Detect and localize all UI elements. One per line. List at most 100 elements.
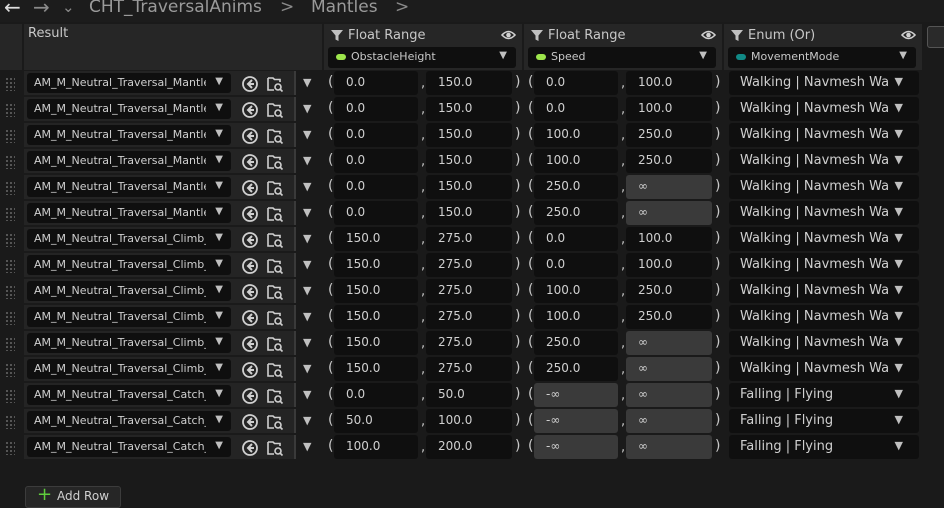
- speed-min-field[interactable]: -∞: [534, 383, 618, 407]
- find-in-content-browser-icon[interactable]: [266, 153, 284, 175]
- speed-min-field[interactable]: 250.0: [534, 357, 618, 381]
- breadcrumb-separator[interactable]: >: [395, 0, 409, 18]
- speed-min-field[interactable]: 0.0: [534, 71, 618, 95]
- speed-max-field[interactable]: ∞: [626, 201, 712, 225]
- find-in-content-browser-icon[interactable]: [266, 283, 284, 305]
- browse-asset-icon[interactable]: [241, 75, 259, 97]
- drag-handle-icon[interactable]: [5, 337, 15, 351]
- find-in-content-browser-icon[interactable]: [266, 75, 284, 97]
- drag-handle-icon[interactable]: [5, 233, 15, 247]
- drag-handle-icon[interactable]: [5, 259, 15, 273]
- browse-asset-icon[interactable]: [241, 127, 259, 149]
- speed-min-field[interactable]: 250.0: [534, 175, 618, 199]
- asset-picker[interactable]: AM_M_Neutral_Traversal_Mantle_ ▼: [27, 151, 231, 171]
- breadcrumb-current[interactable]: Mantles: [311, 0, 378, 18]
- obstacle-height-min-field[interactable]: 150.0: [334, 305, 418, 329]
- find-in-content-browser-icon[interactable]: [266, 335, 284, 357]
- asset-picker[interactable]: AM_M_Neutral_Traversal_Climb_S ▼: [27, 229, 231, 249]
- obstacle-height-min-field[interactable]: 0.0: [334, 175, 418, 199]
- drag-handle-icon[interactable]: [5, 363, 15, 377]
- expand-chevron-icon[interactable]: ▼: [303, 180, 311, 193]
- speed-max-field[interactable]: 100.0: [626, 253, 712, 277]
- find-in-content-browser-icon[interactable]: [266, 309, 284, 331]
- speed-max-field[interactable]: ∞: [626, 357, 712, 381]
- obstacle-height-min-field[interactable]: 100.0: [334, 435, 418, 459]
- expand-chevron-icon[interactable]: ▼: [303, 206, 311, 219]
- drag-handle-icon[interactable]: [5, 311, 15, 325]
- speed-max-field[interactable]: ∞: [626, 175, 712, 199]
- movement-mode-dropdown[interactable]: Falling | Flying ▼: [729, 435, 919, 459]
- asset-picker[interactable]: AM_M_Neutral_Traversal_Climb_S ▼: [27, 307, 231, 327]
- speed-max-field[interactable]: ∞: [626, 383, 712, 407]
- obstacle-height-max-field[interactable]: 275.0: [426, 305, 512, 329]
- forward-button[interactable]: →: [33, 0, 50, 18]
- asset-picker[interactable]: AM_M_Neutral_Traversal_Catch_M ▼: [27, 411, 231, 431]
- speed-min-field[interactable]: 100.0: [534, 279, 618, 303]
- obstacle-height-min-field[interactable]: 150.0: [334, 253, 418, 277]
- breadcrumb-asset[interactable]: CHT_TraversalAnims: [89, 0, 262, 18]
- obstacle-height-max-field[interactable]: 150.0: [426, 97, 512, 121]
- speed-max-field[interactable]: 100.0: [626, 97, 712, 121]
- speed-max-field[interactable]: ∞: [626, 331, 712, 355]
- expand-chevron-icon[interactable]: ▼: [303, 362, 311, 375]
- obstacle-height-max-field[interactable]: 275.0: [426, 357, 512, 381]
- speed-max-field[interactable]: 250.0: [626, 123, 712, 147]
- expand-chevron-icon[interactable]: ▼: [303, 102, 311, 115]
- speed-min-field[interactable]: 0.0: [534, 97, 618, 121]
- find-in-content-browser-icon[interactable]: [266, 413, 284, 435]
- asset-picker[interactable]: AM_M_Neutral_Traversal_Mantle_ ▼: [27, 177, 231, 197]
- obstacle-height-max-field[interactable]: 150.0: [426, 201, 512, 225]
- browse-asset-icon[interactable]: [241, 413, 259, 435]
- speed-min-field[interactable]: 100.0: [534, 305, 618, 329]
- movement-mode-dropdown[interactable]: Walking | Navmesh Walking ▼: [729, 357, 919, 381]
- browse-asset-icon[interactable]: [241, 257, 259, 279]
- obstacle-height-max-field[interactable]: 275.0: [426, 227, 512, 251]
- movement-mode-dropdown[interactable]: Walking | Navmesh Walking ▼: [729, 331, 919, 355]
- obstacle-height-min-field[interactable]: 0.0: [334, 149, 418, 173]
- find-in-content-browser-icon[interactable]: [266, 231, 284, 253]
- movement-mode-dropdown[interactable]: Walking | Navmesh Walking ▼: [729, 97, 919, 121]
- movement-mode-dropdown[interactable]: Walking | Navmesh Walking ▼: [729, 123, 919, 147]
- expand-chevron-icon[interactable]: ▼: [303, 414, 311, 427]
- speed-max-field[interactable]: 100.0: [626, 71, 712, 95]
- find-in-content-browser-icon[interactable]: [266, 257, 284, 279]
- breadcrumb-separator[interactable]: >: [280, 0, 294, 18]
- history-dropdown-button[interactable]: ⌄: [62, 0, 75, 18]
- obstacle-height-max-field[interactable]: 100.0: [426, 409, 512, 433]
- expand-chevron-icon[interactable]: ▼: [303, 284, 311, 297]
- browse-asset-icon[interactable]: [241, 335, 259, 357]
- obstacle-height-max-field[interactable]: 275.0: [426, 253, 512, 277]
- speed-min-field[interactable]: 100.0: [534, 123, 618, 147]
- asset-picker[interactable]: AM_M_Neutral_Traversal_Climb_S ▼: [27, 333, 231, 353]
- asset-picker[interactable]: AM_M_Neutral_Traversal_Climb_S ▼: [27, 359, 231, 379]
- obstacle-height-min-field[interactable]: 0.0: [334, 383, 418, 407]
- parameter-combo[interactable]: MovementMode ▼: [728, 47, 916, 68]
- back-button[interactable]: ←: [4, 0, 21, 18]
- drag-handle-icon[interactable]: [5, 389, 15, 403]
- drag-handle-icon[interactable]: [5, 129, 15, 143]
- speed-max-field[interactable]: ∞: [626, 435, 712, 459]
- obstacle-height-max-field[interactable]: 150.0: [426, 175, 512, 199]
- speed-min-field[interactable]: 250.0: [534, 201, 618, 225]
- eye-icon[interactable]: [901, 29, 916, 41]
- movement-mode-dropdown[interactable]: Walking | Navmesh Walking ▼: [729, 227, 919, 251]
- drag-handle-icon[interactable]: [5, 285, 15, 299]
- obstacle-height-min-field[interactable]: 150.0: [334, 331, 418, 355]
- column-menu-button[interactable]: [927, 26, 944, 48]
- browse-asset-icon[interactable]: [241, 101, 259, 123]
- expand-chevron-icon[interactable]: ▼: [303, 258, 311, 271]
- movement-mode-dropdown[interactable]: Walking | Navmesh Walking ▼: [729, 305, 919, 329]
- obstacle-height-max-field[interactable]: 275.0: [426, 331, 512, 355]
- asset-picker[interactable]: AM_M_Neutral_Traversal_Catch_C ▼: [27, 437, 231, 457]
- drag-handle-icon[interactable]: [5, 415, 15, 429]
- obstacle-height-max-field[interactable]: 200.0: [426, 435, 512, 459]
- expand-chevron-icon[interactable]: ▼: [303, 440, 311, 453]
- speed-min-field[interactable]: 0.0: [534, 253, 618, 277]
- movement-mode-dropdown[interactable]: Walking | Navmesh Walking ▼: [729, 175, 919, 199]
- asset-picker[interactable]: AM_M_Neutral_Traversal_Catch_M ▼: [27, 385, 231, 405]
- speed-max-field[interactable]: 250.0: [626, 305, 712, 329]
- drag-handle-icon[interactable]: [5, 77, 15, 91]
- asset-picker[interactable]: AM_M_Neutral_Traversal_Climb_S ▼: [27, 255, 231, 275]
- movement-mode-dropdown[interactable]: Falling | Flying ▼: [729, 409, 919, 433]
- drag-handle-icon[interactable]: [5, 207, 15, 221]
